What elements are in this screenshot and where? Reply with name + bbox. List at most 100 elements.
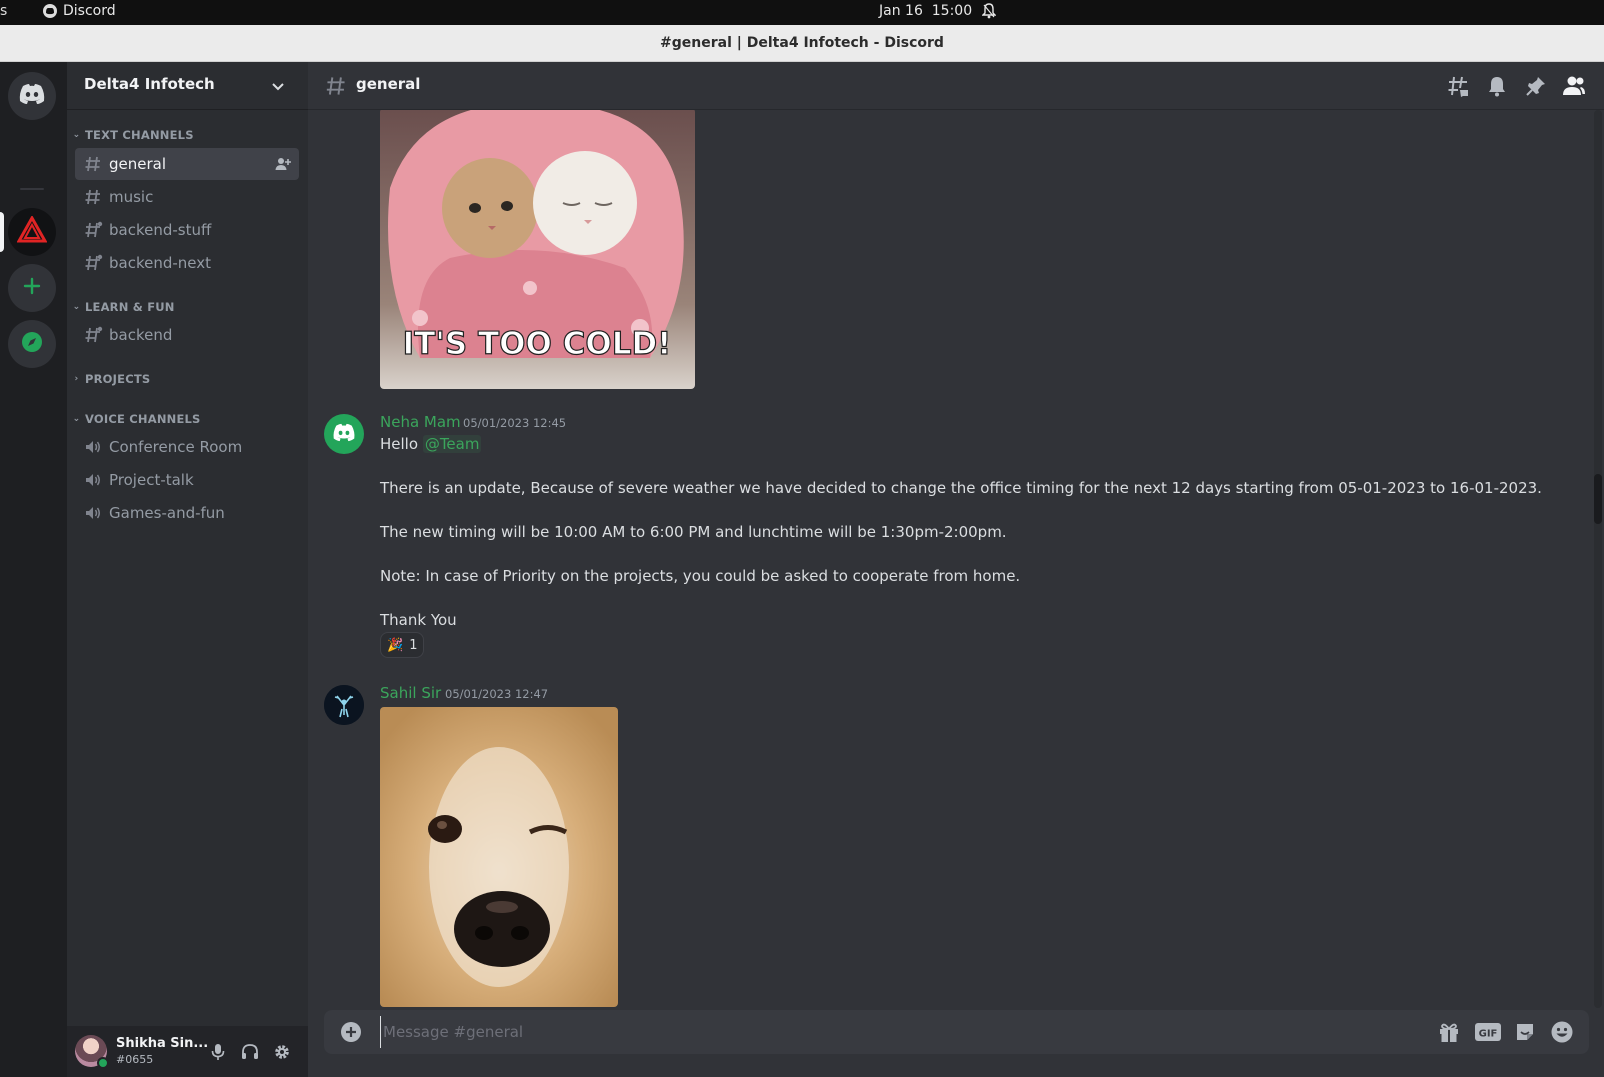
- speaker-icon: [84, 503, 108, 523]
- home-button[interactable]: [8, 72, 56, 120]
- message-line: There is an update, Because of severe we…: [380, 479, 1542, 497]
- channel-backend-stuff[interactable]: backend-stuff: [75, 214, 299, 246]
- message-input[interactable]: [380, 1016, 1420, 1048]
- channel-header: general: [308, 62, 1604, 110]
- category-projects[interactable]: › PROJECTS: [72, 372, 151, 386]
- notification-bell-icon[interactable]: [1485, 74, 1509, 98]
- message-greeting: Hello @Team: [380, 435, 482, 453]
- speaker-icon: [84, 437, 108, 457]
- server-rail: [0, 62, 67, 1077]
- server-name: Delta4 Infotech: [84, 75, 215, 93]
- headphones-icon[interactable]: [240, 1042, 260, 1062]
- threaded-hash-icon: [84, 253, 108, 273]
- chevron-down-icon: ⌄: [72, 414, 81, 424]
- message-scrollbar[interactable]: [1594, 110, 1602, 1008]
- cats-gif-attachment[interactable]: IT'S TOO COLD!: [380, 110, 695, 389]
- message-line: Note: In case of Priority on the project…: [380, 567, 1021, 585]
- voice-channel-games-and-fun[interactable]: Games-and-fun: [75, 497, 299, 529]
- voice-channel-conference-room[interactable]: Conference Room: [75, 431, 299, 463]
- channel-label: Project-talk: [109, 471, 194, 489]
- gif-button[interactable]: GIF: [1474, 1020, 1502, 1044]
- greeting-text: Hello: [380, 435, 419, 453]
- avatar[interactable]: [324, 414, 364, 454]
- threaded-hash-icon: [84, 220, 108, 240]
- category-text-channels[interactable]: ⌄ TEXT CHANNELS: [72, 128, 194, 142]
- avatar[interactable]: [324, 685, 364, 725]
- os-app-indicator[interactable]: Discord: [43, 3, 116, 19]
- os-clock[interactable]: Jan 16 15:00: [879, 3, 972, 19]
- user-panel: Shikha Sin... #0655: [67, 1026, 308, 1077]
- window-title: #general | Delta4 Infotech - Discord: [660, 35, 944, 51]
- category-learn-and-fun[interactable]: ⌄ LEARN & FUN: [72, 300, 175, 314]
- message-timestamp: 05/01/2023 12:45: [463, 416, 567, 430]
- server-header[interactable]: Delta4 Infotech: [67, 62, 308, 110]
- discord-small-icon: [43, 4, 57, 18]
- plus-icon: [22, 276, 42, 300]
- threads-icon[interactable]: [1446, 74, 1470, 98]
- selected-server-pill: [0, 212, 4, 252]
- chevron-down-icon: ⌄: [72, 302, 81, 312]
- message-list[interactable]: IT'S TOO COLD! Neha Mam 05/01/2023 12:45…: [308, 110, 1593, 1008]
- attach-plus-icon[interactable]: [340, 1021, 362, 1047]
- sticker-icon[interactable]: [1513, 1020, 1537, 1044]
- os-date: Jan 16: [879, 3, 923, 19]
- message-author[interactable]: Neha Mam: [380, 413, 461, 431]
- channel-label: Conference Room: [109, 438, 243, 456]
- gif-caption: IT'S TOO COLD!: [403, 326, 672, 362]
- channel-label: backend-next: [109, 254, 212, 272]
- hash-icon: [84, 187, 108, 207]
- microphone-icon[interactable]: [208, 1042, 228, 1062]
- os-app-name: Discord: [63, 3, 116, 19]
- window-title-bar: #general | Delta4 Infotech - Discord: [0, 25, 1604, 62]
- notification-bell-icon[interactable]: [981, 3, 997, 19]
- category-label: LEARN & FUN: [85, 300, 175, 314]
- threaded-hash-icon: [84, 325, 108, 345]
- settings-gear-icon[interactable]: [272, 1042, 292, 1062]
- gif-label: GIF: [1479, 1029, 1498, 1040]
- channel-label: general: [109, 155, 167, 173]
- dog-gif-attachment[interactable]: [380, 707, 618, 1007]
- channel-backend-next[interactable]: backend-next: [75, 247, 299, 279]
- channel-label: music: [109, 188, 154, 206]
- channel-label: Games-and-fun: [109, 504, 225, 522]
- online-status-badge: [97, 1057, 109, 1069]
- channel-backend[interactable]: backend: [75, 319, 299, 351]
- member-list-icon[interactable]: [1562, 74, 1586, 98]
- message-composer: GIF: [324, 1010, 1589, 1054]
- scrollbar-thumb[interactable]: [1594, 474, 1602, 524]
- emoji-icon[interactable]: [1550, 1020, 1574, 1044]
- os-bar-edge-text: s: [0, 3, 8, 19]
- channel-general[interactable]: general: [75, 148, 299, 180]
- message-line: Thank You: [380, 611, 457, 629]
- team-mention[interactable]: @Team: [422, 435, 482, 453]
- pin-icon[interactable]: [1524, 74, 1548, 98]
- category-label: VOICE CHANNELS: [85, 412, 201, 426]
- gift-icon[interactable]: [1437, 1020, 1461, 1044]
- category-voice-channels[interactable]: ⌄ VOICE CHANNELS: [72, 412, 201, 426]
- channel-sidebar: Delta4 Infotech ⌄ TEXT CHANNELS general …: [67, 62, 308, 1077]
- channel-label: backend: [109, 326, 173, 344]
- voice-channel-project-talk[interactable]: Project-talk: [75, 464, 299, 496]
- channel-music[interactable]: music: [75, 181, 299, 213]
- message-author[interactable]: Sahil Sir: [380, 684, 441, 702]
- party-popper-emoji: 🎉: [387, 637, 404, 653]
- explore-servers-button[interactable]: [8, 320, 56, 368]
- server-delta4-infotech[interactable]: [8, 208, 56, 256]
- hash-icon: [84, 154, 108, 174]
- reaction-count: 1: [409, 637, 418, 653]
- triangle-icon: [16, 214, 48, 248]
- user-name[interactable]: Shikha Sin...: [116, 1036, 208, 1051]
- rail-separator: [20, 188, 44, 190]
- reaction-chip[interactable]: 🎉 1: [380, 632, 425, 658]
- category-label: TEXT CHANNELS: [85, 128, 194, 142]
- os-time: 15:00: [931, 3, 973, 19]
- chevron-down-icon: [271, 78, 285, 96]
- os-top-bar: s Discord Jan 16 15:00: [0, 0, 1604, 25]
- add-server-button[interactable]: [8, 264, 56, 312]
- message-line: The new timing will be 10:00 AM to 6:00 …: [380, 523, 1007, 541]
- channel-title: general: [356, 75, 421, 93]
- add-member-icon[interactable]: [275, 156, 291, 176]
- discord-icon: [18, 83, 46, 109]
- category-label: PROJECTS: [85, 372, 151, 386]
- hash-icon: [325, 75, 347, 101]
